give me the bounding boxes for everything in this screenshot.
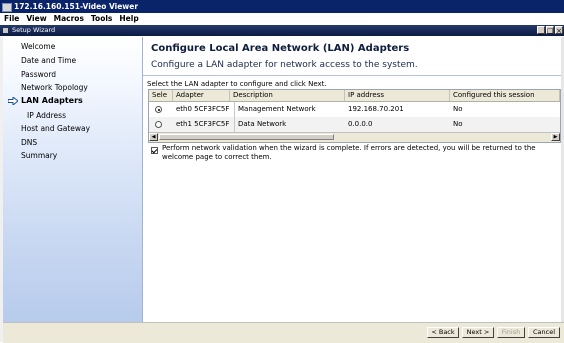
wizard-title: Setup Wizard [12, 26, 56, 34]
cell-adapter: eth1 5CF3FC5F [176, 120, 230, 128]
page-subtitle: Configure a LAN adapter for network acce… [151, 60, 418, 70]
menu-macros[interactable]: Macros [54, 14, 84, 23]
app-icon [2, 3, 12, 12]
table-row[interactable]: eth1 5CF3FC5F Data Network 0.0.0.0 No [149, 117, 560, 132]
close-icon[interactable]: × [555, 26, 563, 35]
wizard-title-bar[interactable]: Setup Wizard _ □ × [0, 25, 564, 36]
lan-adapter-table: Sele Adapter Description IP address Conf… [148, 89, 561, 143]
sidebar-item-password[interactable]: Password [21, 70, 56, 79]
column-header-ip-address[interactable]: IP address [345, 90, 450, 101]
wizard-footer: < Back Next > Finish Cancel [3, 322, 564, 343]
select-radio-eth0[interactable] [155, 106, 162, 113]
cell-configured: No [453, 105, 463, 113]
horizontal-scrollbar[interactable]: ◀ ▶ [149, 132, 560, 142]
sidebar-item-host-gateway[interactable]: Host and Gateway [21, 124, 90, 133]
scroll-left-icon[interactable]: ◀ [149, 133, 158, 141]
cell-ip-address: 192.168.70.201 [348, 105, 404, 113]
main-panel: Configure Local Area Network (LAN) Adapt… [143, 37, 561, 322]
menu-file[interactable]: File [4, 14, 19, 23]
header-divider [143, 75, 561, 76]
column-header-description[interactable]: Description [230, 90, 345, 101]
minimize-icon[interactable]: _ [537, 26, 545, 35]
sidebar-item-lan-adapters[interactable]: LAN Adapters [21, 96, 83, 105]
instruction-text: Select the LAN adapter to configure and … [147, 80, 327, 88]
scroll-right-icon[interactable]: ▶ [551, 133, 560, 141]
cell-adapter: eth0 5CF3FC5F [176, 105, 230, 113]
finish-button[interactable]: Finish [497, 327, 525, 338]
next-button[interactable]: Next > [462, 327, 494, 338]
back-button[interactable]: < Back [427, 327, 459, 338]
maximize-icon[interactable]: □ [546, 26, 554, 35]
network-validation-label: Perform network validation when the wiza… [162, 144, 536, 161]
wizard-steps-sidebar: Welcome Date and Time Password Network T… [3, 37, 143, 322]
sidebar-item-summary[interactable]: Summary [21, 151, 57, 160]
column-header-select[interactable]: Sele [149, 90, 173, 101]
menu-tools[interactable]: Tools [91, 14, 112, 23]
current-step-arrow-icon [8, 97, 18, 105]
wizard-icon [3, 28, 8, 33]
cell-configured: No [453, 120, 463, 128]
page-title: Configure Local Area Network (LAN) Adapt… [151, 43, 410, 54]
sidebar-item-welcome[interactable]: Welcome [21, 42, 55, 51]
cell-description: Data Network [234, 117, 345, 132]
sidebar-item-dns[interactable]: DNS [21, 138, 37, 147]
sidebar-item-date-time[interactable]: Date and Time [21, 56, 76, 65]
menu-bar: File View Macros Tools Help [0, 13, 564, 25]
sidebar-item-network-topology[interactable]: Network Topology [21, 83, 88, 92]
cell-description: Management Network [234, 102, 345, 117]
menu-help[interactable]: Help [119, 14, 138, 23]
window-title: 172.16.160.151-Video Viewer [14, 2, 139, 11]
cell-ip-address: 0.0.0.0 [348, 120, 373, 128]
table-row[interactable]: eth0 5CF3FC5F Management Network 192.168… [149, 102, 560, 117]
menu-view[interactable]: View [26, 14, 46, 23]
cancel-button[interactable]: Cancel [528, 327, 560, 338]
column-header-adapter[interactable]: Adapter [173, 90, 230, 101]
column-header-configured[interactable]: Configured this session [450, 90, 560, 101]
table-header: Sele Adapter Description IP address Conf… [149, 90, 560, 102]
select-radio-eth1[interactable] [155, 121, 162, 128]
scroll-thumb[interactable] [159, 134, 334, 140]
network-validation-checkbox[interactable] [151, 147, 158, 154]
window-title-bar[interactable]: 172.16.160.151-Video Viewer [0, 0, 564, 13]
sidebar-item-ip-address[interactable]: IP Address [27, 111, 66, 120]
